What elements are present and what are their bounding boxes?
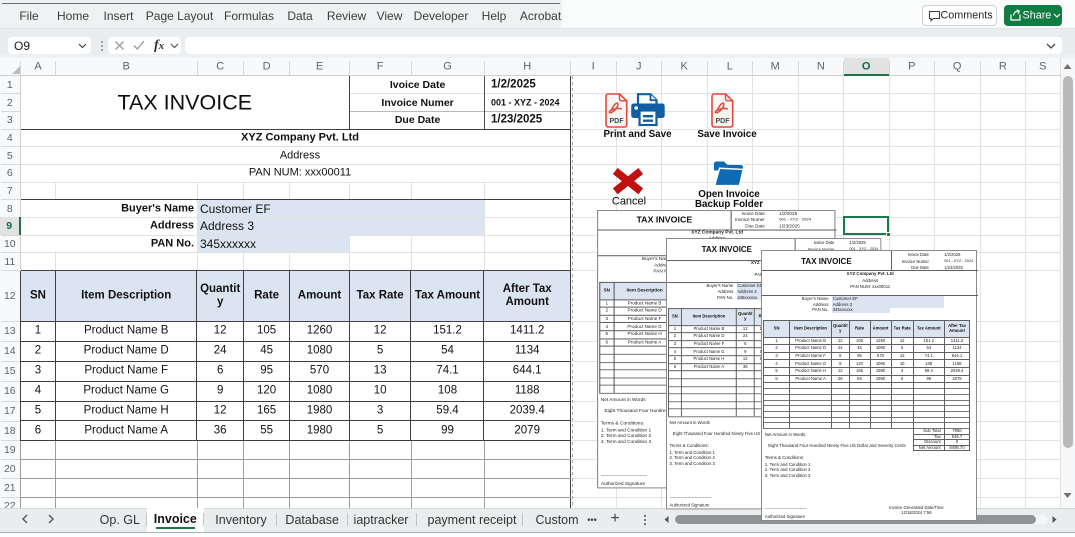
svg-text:PDF: PDF: [715, 118, 730, 125]
svg-text:PDF: PDF: [609, 118, 624, 125]
